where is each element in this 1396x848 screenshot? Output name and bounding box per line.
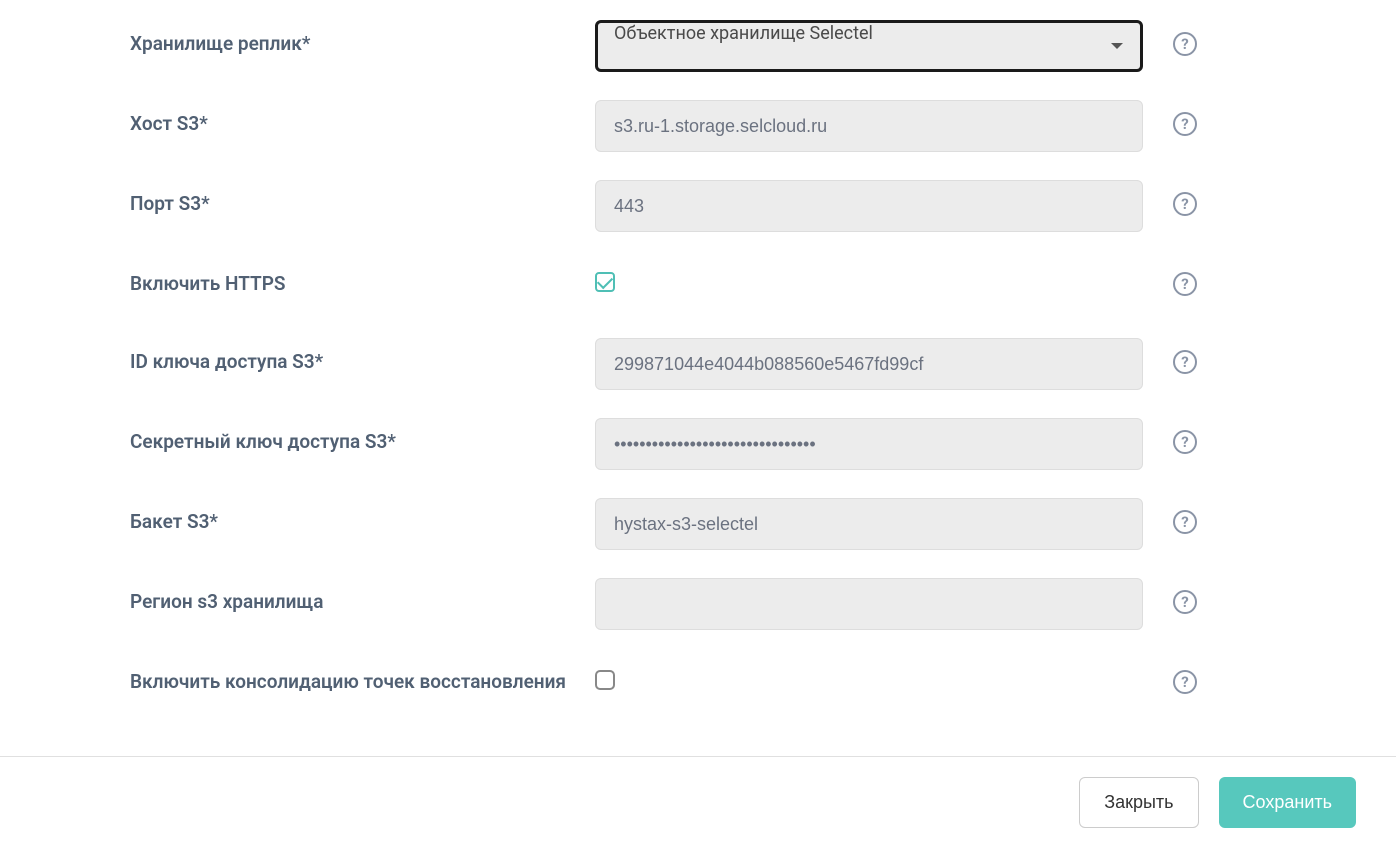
help-icon-wrapper: ? bbox=[1173, 578, 1197, 614]
s3-port-input-wrapper bbox=[595, 180, 1143, 232]
s3-host-input[interactable] bbox=[595, 100, 1143, 152]
replica-storage-row: Хранилище реплик* Объектное хранилище Se… bbox=[130, 20, 1266, 72]
enable-consolidation-checkbox-wrapper bbox=[595, 658, 1143, 690]
close-button[interactable]: Закрыть bbox=[1079, 777, 1198, 828]
s3-secret-key-row: Секретный ключ доступа S3* ? bbox=[130, 418, 1266, 470]
replica-storage-select[interactable]: Объектное хранилище Selectel bbox=[595, 20, 1143, 72]
replica-storage-input-wrapper: Объектное хранилище Selectel bbox=[595, 20, 1143, 72]
help-icon-wrapper: ? bbox=[1173, 658, 1197, 694]
enable-https-row: Включить HTTPS ? bbox=[130, 260, 1266, 310]
s3-bucket-row: Бакет S3* ? bbox=[130, 498, 1266, 550]
help-icon[interactable]: ? bbox=[1173, 32, 1197, 56]
help-icon-wrapper: ? bbox=[1173, 498, 1197, 534]
help-icon-wrapper: ? bbox=[1173, 338, 1197, 374]
settings-form: Хранилище реплик* Объектное хранилище Se… bbox=[0, 0, 1396, 756]
s3-secret-key-label: Секретный ключ доступа S3* bbox=[130, 418, 595, 453]
help-icon-wrapper: ? bbox=[1173, 100, 1197, 136]
help-icon-wrapper: ? bbox=[1173, 260, 1197, 296]
s3-access-key-id-input[interactable] bbox=[595, 338, 1143, 390]
s3-access-key-id-input-wrapper bbox=[595, 338, 1143, 390]
enable-consolidation-row: Включить консолидацию точек восстановлен… bbox=[130, 658, 1266, 708]
help-icon[interactable]: ? bbox=[1173, 430, 1197, 454]
s3-region-row: Регион s3 хранилища ? bbox=[130, 578, 1266, 630]
s3-region-input[interactable] bbox=[595, 578, 1143, 630]
help-icon-wrapper: ? bbox=[1173, 20, 1197, 56]
s3-port-input[interactable] bbox=[595, 180, 1143, 232]
enable-consolidation-label: Включить консолидацию точек восстановлен… bbox=[130, 658, 595, 693]
help-icon[interactable]: ? bbox=[1173, 670, 1197, 694]
s3-access-key-id-label: ID ключа доступа S3* bbox=[130, 338, 595, 373]
help-icon[interactable]: ? bbox=[1173, 272, 1197, 296]
s3-region-label: Регион s3 хранилища bbox=[130, 578, 595, 613]
enable-https-checkbox[interactable] bbox=[595, 272, 615, 292]
s3-bucket-input[interactable] bbox=[595, 498, 1143, 550]
save-button[interactable]: Сохранить bbox=[1219, 777, 1356, 828]
replica-storage-select-wrapper: Объектное хранилище Selectel bbox=[595, 20, 1143, 72]
s3-host-label: Хост S3* bbox=[130, 100, 595, 135]
help-icon[interactable]: ? bbox=[1173, 112, 1197, 136]
s3-region-input-wrapper bbox=[595, 578, 1143, 630]
replica-storage-label: Хранилище реплик* bbox=[130, 20, 595, 55]
s3-access-key-id-row: ID ключа доступа S3* ? bbox=[130, 338, 1266, 390]
enable-consolidation-checkbox[interactable] bbox=[595, 670, 615, 690]
s3-bucket-label: Бакет S3* bbox=[130, 498, 595, 533]
s3-port-label: Порт S3* bbox=[130, 180, 595, 215]
enable-https-checkbox-wrapper bbox=[595, 260, 1143, 292]
s3-secret-key-input-wrapper bbox=[595, 418, 1143, 470]
help-icon[interactable]: ? bbox=[1173, 350, 1197, 374]
help-icon[interactable]: ? bbox=[1173, 192, 1197, 216]
s3-host-input-wrapper bbox=[595, 100, 1143, 152]
help-icon-wrapper: ? bbox=[1173, 180, 1197, 216]
help-icon[interactable]: ? bbox=[1173, 510, 1197, 534]
footer: Закрыть Сохранить bbox=[0, 756, 1396, 848]
enable-https-label: Включить HTTPS bbox=[130, 260, 595, 295]
s3-bucket-input-wrapper bbox=[595, 498, 1143, 550]
help-icon-wrapper: ? bbox=[1173, 418, 1197, 454]
s3-secret-key-input[interactable] bbox=[595, 418, 1143, 470]
s3-host-row: Хост S3* ? bbox=[130, 100, 1266, 152]
s3-port-row: Порт S3* ? bbox=[130, 180, 1266, 232]
help-icon[interactable]: ? bbox=[1173, 590, 1197, 614]
